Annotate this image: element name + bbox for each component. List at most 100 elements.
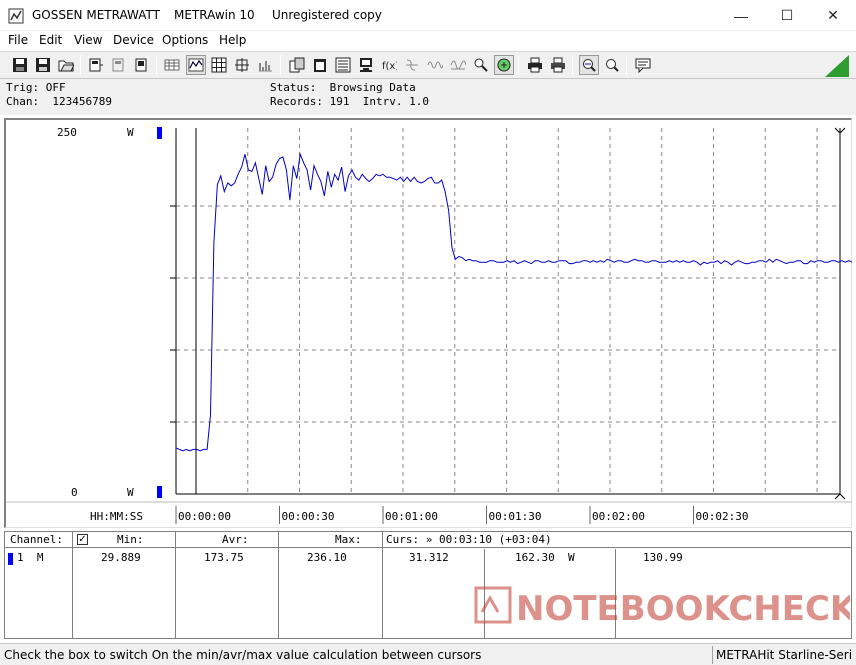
device-config-button[interactable] <box>109 55 129 75</box>
zoom-out-icon <box>606 59 619 72</box>
save-button[interactable] <box>10 55 30 75</box>
toolbar-separator <box>572 55 573 75</box>
power-series-line <box>175 152 852 452</box>
menu-file[interactable]: File <box>8 33 28 47</box>
table-icon <box>164 59 180 71</box>
header-min: Min: <box>117 533 144 546</box>
fft-button[interactable] <box>425 55 445 75</box>
time-tick-label: 00:00:30 <box>282 510 335 523</box>
header-cursor: Curs: » 00:03:10 (+03:04) <box>386 533 552 546</box>
menu-device[interactable]: Device <box>113 33 154 47</box>
open-button[interactable] <box>56 55 76 75</box>
upper-limit-marker <box>157 127 162 139</box>
row-min: 29.889 <box>101 551 141 564</box>
grid-button[interactable] <box>209 55 229 75</box>
save-icon <box>13 58 27 72</box>
toolbar-separator <box>280 55 281 75</box>
save-as-icon <box>36 58 50 72</box>
math-button[interactable] <box>402 55 422 75</box>
toolbar-separator <box>80 55 81 75</box>
zoom-out-button[interactable] <box>602 55 622 75</box>
row-cursor-diff: 130.99 <box>643 551 683 564</box>
copy-button[interactable] <box>287 55 307 75</box>
minimize-icon: — <box>734 7 748 24</box>
toolbar-separator <box>156 55 157 75</box>
device-settings-icon <box>112 58 124 72</box>
maximize-icon: ☐ <box>780 7 794 23</box>
close-button[interactable]: ✕ <box>810 0 856 31</box>
column-divider <box>72 532 73 638</box>
table-header: Channel: ✓ Min: Avr: Max: Curs: » 00:03:… <box>5 532 851 548</box>
header-channel: Channel: <box>10 533 63 546</box>
channel-color-swatch <box>8 553 13 565</box>
crosshair-icon <box>235 58 249 72</box>
print-button[interactable] <box>525 55 545 75</box>
row-cursor-2: 162.30 W <box>515 551 575 564</box>
menu-edit[interactable]: Edit <box>39 33 62 47</box>
records-status: Records: 191 Intrv. 1.0 <box>270 95 429 108</box>
trigger-icon <box>497 58 511 72</box>
search-icon <box>474 58 488 72</box>
histogram-icon <box>259 61 272 72</box>
print-preview-icon <box>551 57 565 73</box>
function-button[interactable]: f(x) <box>379 55 399 75</box>
maximize-button[interactable]: ☐ <box>764 0 810 31</box>
row-cursor-1: 31.312 <box>409 551 449 564</box>
table-row[interactable]: 1 M 29.889 173.75 236.10 31.312 162.30 W… <box>5 549 851 567</box>
paste-button[interactable] <box>310 55 330 75</box>
zoom-in-icon <box>583 59 596 72</box>
sine-icon <box>450 60 466 70</box>
cursor-button[interactable] <box>232 55 252 75</box>
device-online-icon <box>135 58 147 72</box>
cursor-calc-checkbox[interactable]: ✓ <box>77 534 88 545</box>
trigger-button[interactable] <box>494 55 514 75</box>
minimize-button[interactable]: — <box>718 0 764 31</box>
status-hint: Check the box to switch On the min/avr/m… <box>4 648 482 662</box>
table-view-button[interactable] <box>162 55 182 75</box>
computer-button[interactable] <box>356 55 376 75</box>
device-read-button[interactable] <box>86 55 106 75</box>
menu-help[interactable]: Help <box>219 33 246 47</box>
paste-icon <box>314 59 326 72</box>
time-tick-label: 00:02:30 <box>696 510 749 523</box>
header-max: Max: <box>335 533 362 546</box>
menu-view[interactable]: View <box>74 33 102 47</box>
time-tick-label: 00:01:00 <box>385 510 438 523</box>
copy-icon <box>289 57 305 73</box>
menu-bar: File Edit View Device Options Help <box>0 31 856 51</box>
waveform-icon <box>427 61 443 69</box>
save-as-button[interactable] <box>33 55 53 75</box>
app-icon <box>8 8 24 24</box>
time-ticks: 00:00:00 00:00:30 00:01:00 00:01:30 00:02:00… <box>175 506 749 524</box>
channel-status: Chan: 123456789 <box>6 95 112 108</box>
menu-options[interactable]: Options <box>162 33 208 47</box>
time-tick-label: 00:00:00 <box>178 510 231 523</box>
time-axis-label: HH:MM:SS <box>90 510 143 523</box>
y-max-label: 250 <box>57 126 77 139</box>
comment-button[interactable] <box>633 55 653 75</box>
zoom-data-button[interactable] <box>471 55 491 75</box>
time-tick-label: 00:02:00 <box>592 510 645 523</box>
zoom-in-button[interactable] <box>579 55 599 75</box>
toolbar-separator <box>518 55 519 75</box>
function-icon: f(x) <box>382 61 397 72</box>
folder-open-icon <box>58 60 74 72</box>
chart-panel: 250 W 0 W HH:MM:SS 00:00:00 00:00:30 00:01… <box>4 118 852 528</box>
formula-icon <box>406 59 418 71</box>
y-max-unit: W <box>127 126 134 139</box>
watermark-text: NOTEBOOKCHECK <box>516 589 850 629</box>
grid-icon <box>211 57 227 73</box>
column-divider <box>382 532 383 638</box>
computer-icon <box>360 58 372 72</box>
signal-button[interactable] <box>448 55 468 75</box>
device-online-button[interactable] <box>132 55 152 75</box>
toolbar-separator <box>626 55 627 75</box>
status-bar: Check the box to switch On the min/avr/m… <box>0 643 856 665</box>
y-min-unit: W <box>127 486 134 499</box>
chart-view-button[interactable] <box>186 55 206 75</box>
list-button[interactable] <box>333 55 353 75</box>
histogram-button[interactable] <box>255 55 275 75</box>
print-preview-button[interactable] <box>548 55 568 75</box>
watermark-logo: NOTEBOOKCHECK <box>474 586 850 629</box>
power-chart[interactable]: 250 W 0 W HH:MM:SS 00:00:00 00:00:30 00:01… <box>6 120 852 528</box>
